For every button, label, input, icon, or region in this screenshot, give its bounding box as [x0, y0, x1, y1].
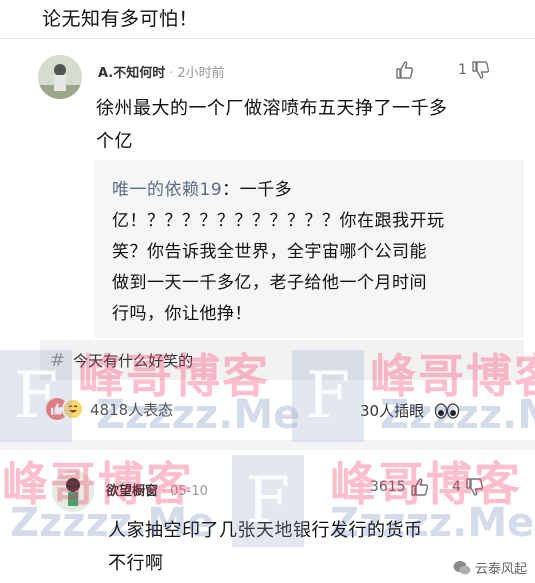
reply-line: 做到一天一千多亿，老子给他一个月时间 — [112, 273, 427, 293]
reply-line: 亿！？？？？？？？？？？？你在跟我开玩 — [112, 211, 445, 231]
like-button[interactable] — [395, 60, 415, 80]
dislike-button[interactable]: 1 — [458, 60, 491, 80]
reply-line: 笑？你告诉我全世界，全宇宙哪个公司能 — [112, 242, 427, 262]
eyes-icon — [434, 402, 460, 419]
separator: · — [169, 66, 174, 81]
thumbs-up-icon — [410, 478, 428, 496]
wechat-icon — [453, 560, 471, 574]
comment-line: 人家抽空印了几张天地银行发行的货币 — [108, 520, 423, 541]
topic-label: 今天有什么好笑的 — [73, 351, 194, 370]
username[interactable]: A.不知何时 — [98, 62, 165, 81]
reply-text: 唯一的依赖19：一千多 亿！？？？？？？？？？？？你在跟我开玩 笑？你告诉我全世… — [112, 175, 512, 330]
comment-line: 不行啊 — [108, 553, 164, 574]
section-gap — [0, 440, 535, 450]
avatar[interactable] — [38, 55, 82, 99]
comment-body: 人家抽空印了几张天地银行发行的货币 不行啊 — [108, 514, 423, 580]
insert-eye-button[interactable]: 30人插眼 — [360, 400, 460, 421]
reply-line: 行吗，你让他挣！ — [112, 304, 252, 324]
dislike-count: 4 — [452, 479, 461, 495]
thumbs-down-icon — [472, 61, 490, 79]
reply-first: ：一千多 — [222, 180, 293, 200]
dislike-button[interactable]: 4 — [452, 477, 485, 497]
comment-header: 欲望橱窗 · 05-10 — [106, 480, 208, 499]
laughing-emoji-icon — [62, 398, 84, 420]
separator: · — [162, 484, 167, 499]
like-button[interactable]: 3615 — [370, 477, 430, 497]
comment-header: A.不知何时 · 2小时前 — [98, 62, 225, 81]
comment-body: 徐州最大的一个厂做溶喷布五天挣了一千多 个亿 — [96, 92, 448, 158]
topic-tag[interactable]: # 今天有什么好笑的 — [40, 340, 524, 380]
comment-line: 徐州最大的一个厂做溶喷布五天挣了一千多 — [96, 98, 448, 119]
thumbs-up-icon — [396, 61, 414, 79]
hash-icon: # — [50, 349, 66, 371]
thumbs-down-icon — [466, 478, 484, 496]
timestamp: 05-10 — [170, 484, 208, 499]
comment-line: 个亿 — [96, 131, 133, 152]
top-comment-text: 论无知有多可怕！ — [42, 8, 199, 30]
timestamp: 2小时前 — [177, 66, 225, 81]
like-count: 3615 — [370, 479, 406, 495]
avatar[interactable] — [52, 470, 94, 512]
reply-username[interactable]: 唯一的依赖19 — [112, 180, 222, 200]
reaction-summary[interactable]: 4818人表态 — [46, 398, 173, 420]
divider — [0, 38, 535, 39]
account-badge: 云泰风起 — [453, 558, 527, 577]
reply-first-line: 唯一的依赖19：一千多 — [112, 175, 512, 206]
dislike-count: 1 — [458, 62, 467, 78]
account-name: 云泰风起 — [474, 562, 527, 577]
insert-eye-label: 30人插眼 — [360, 402, 425, 420]
username[interactable]: 欲望橱窗 — [106, 480, 158, 499]
reaction-count: 4818人表态 — [90, 400, 174, 419]
